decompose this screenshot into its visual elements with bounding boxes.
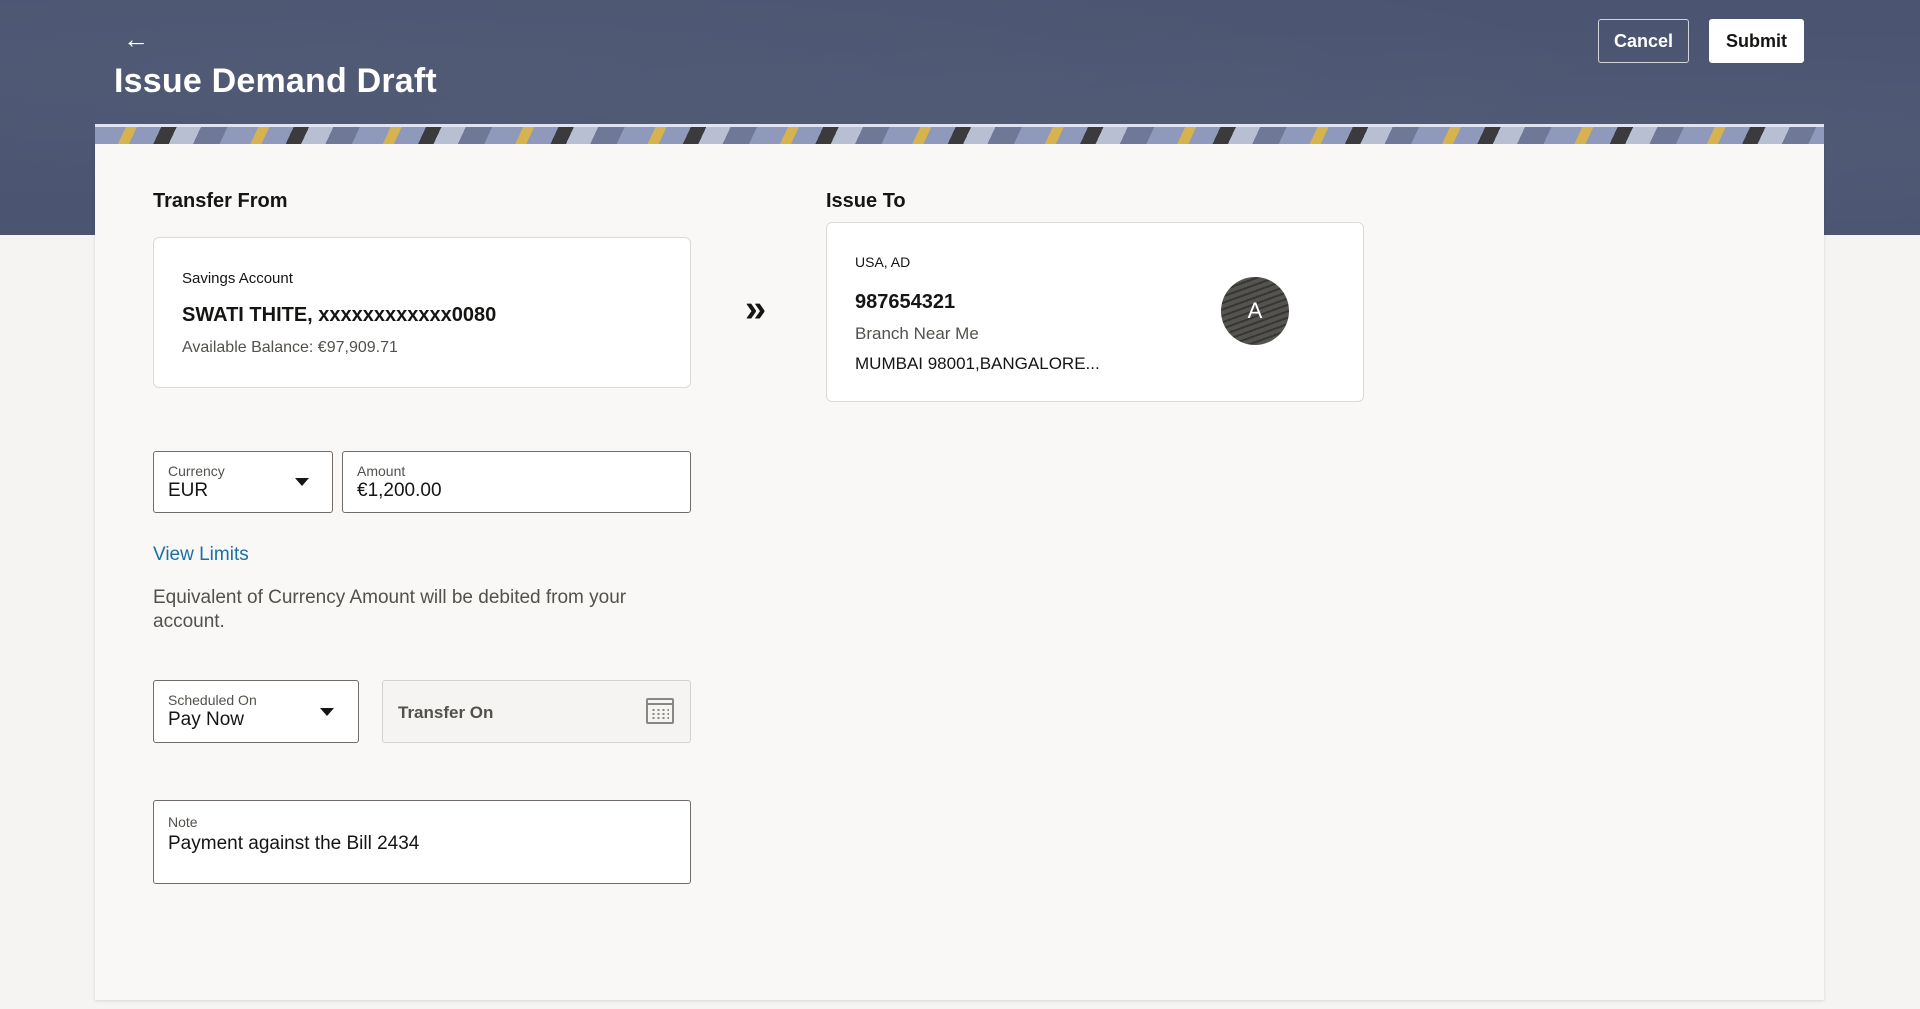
chevron-down-icon (320, 708, 334, 716)
submit-button[interactable]: Submit (1709, 19, 1804, 63)
account-type: Savings Account (182, 270, 293, 287)
page-title: Issue Demand Draft (114, 62, 437, 100)
note-value: Payment against the Bill 2434 (168, 833, 420, 854)
payee-country: USA, AD (855, 254, 911, 270)
double-chevron-right-icon: » (745, 288, 767, 330)
decorative-banner-strip (95, 124, 1824, 144)
avatar: A (1221, 277, 1289, 345)
available-balance: Available Balance: €97,909.71 (182, 339, 398, 356)
amount-label: Amount (357, 463, 406, 479)
calendar-icon[interactable] (646, 698, 674, 724)
issue-to-heading: Issue To (826, 190, 906, 212)
amount-field[interactable]: Amount €1,200.00 (342, 451, 691, 513)
payee-branch: Branch Near Me (855, 324, 979, 343)
arrow-left-icon: ← (123, 24, 149, 54)
chevron-down-icon (295, 478, 309, 486)
equivalent-amount-note: Equivalent of Currency Amount will be de… (153, 587, 627, 632)
scheduled-on-label: Scheduled On (168, 692, 257, 708)
account-name: SWATI THITE, xxxxxxxxxxxx0080 (182, 304, 497, 326)
currency-label: Currency (168, 463, 225, 479)
currency-select[interactable]: Currency EUR (153, 451, 333, 513)
view-limits-link[interactable]: View Limits (153, 544, 249, 566)
scheduled-on-select[interactable]: Scheduled On Pay Now (153, 680, 359, 743)
note-label: Note (168, 814, 198, 830)
transfer-on-placeholder: Transfer On (398, 703, 494, 722)
transfer-from-heading: Transfer From (153, 190, 288, 212)
cancel-button[interactable]: Cancel (1598, 19, 1689, 63)
transfer-on-date-field[interactable]: Transfer On (382, 680, 691, 743)
back-button[interactable]: ← (120, 26, 152, 52)
payee-address: MUMBAI 98001,BANGALORE... (855, 354, 1100, 373)
payee-account-number: 987654321 (855, 291, 956, 313)
source-account-card[interactable]: Savings Account SWATI THITE, xxxxxxxxxxx… (153, 237, 691, 388)
currency-value: EUR (168, 480, 209, 501)
amount-value: €1,200.00 (357, 480, 442, 501)
payee-card[interactable]: USA, AD 987654321 Branch Near Me MUMBAI … (826, 222, 1364, 402)
scheduled-on-value: Pay Now (168, 709, 245, 730)
note-field[interactable]: Note Payment against the Bill 2434 (153, 800, 691, 884)
